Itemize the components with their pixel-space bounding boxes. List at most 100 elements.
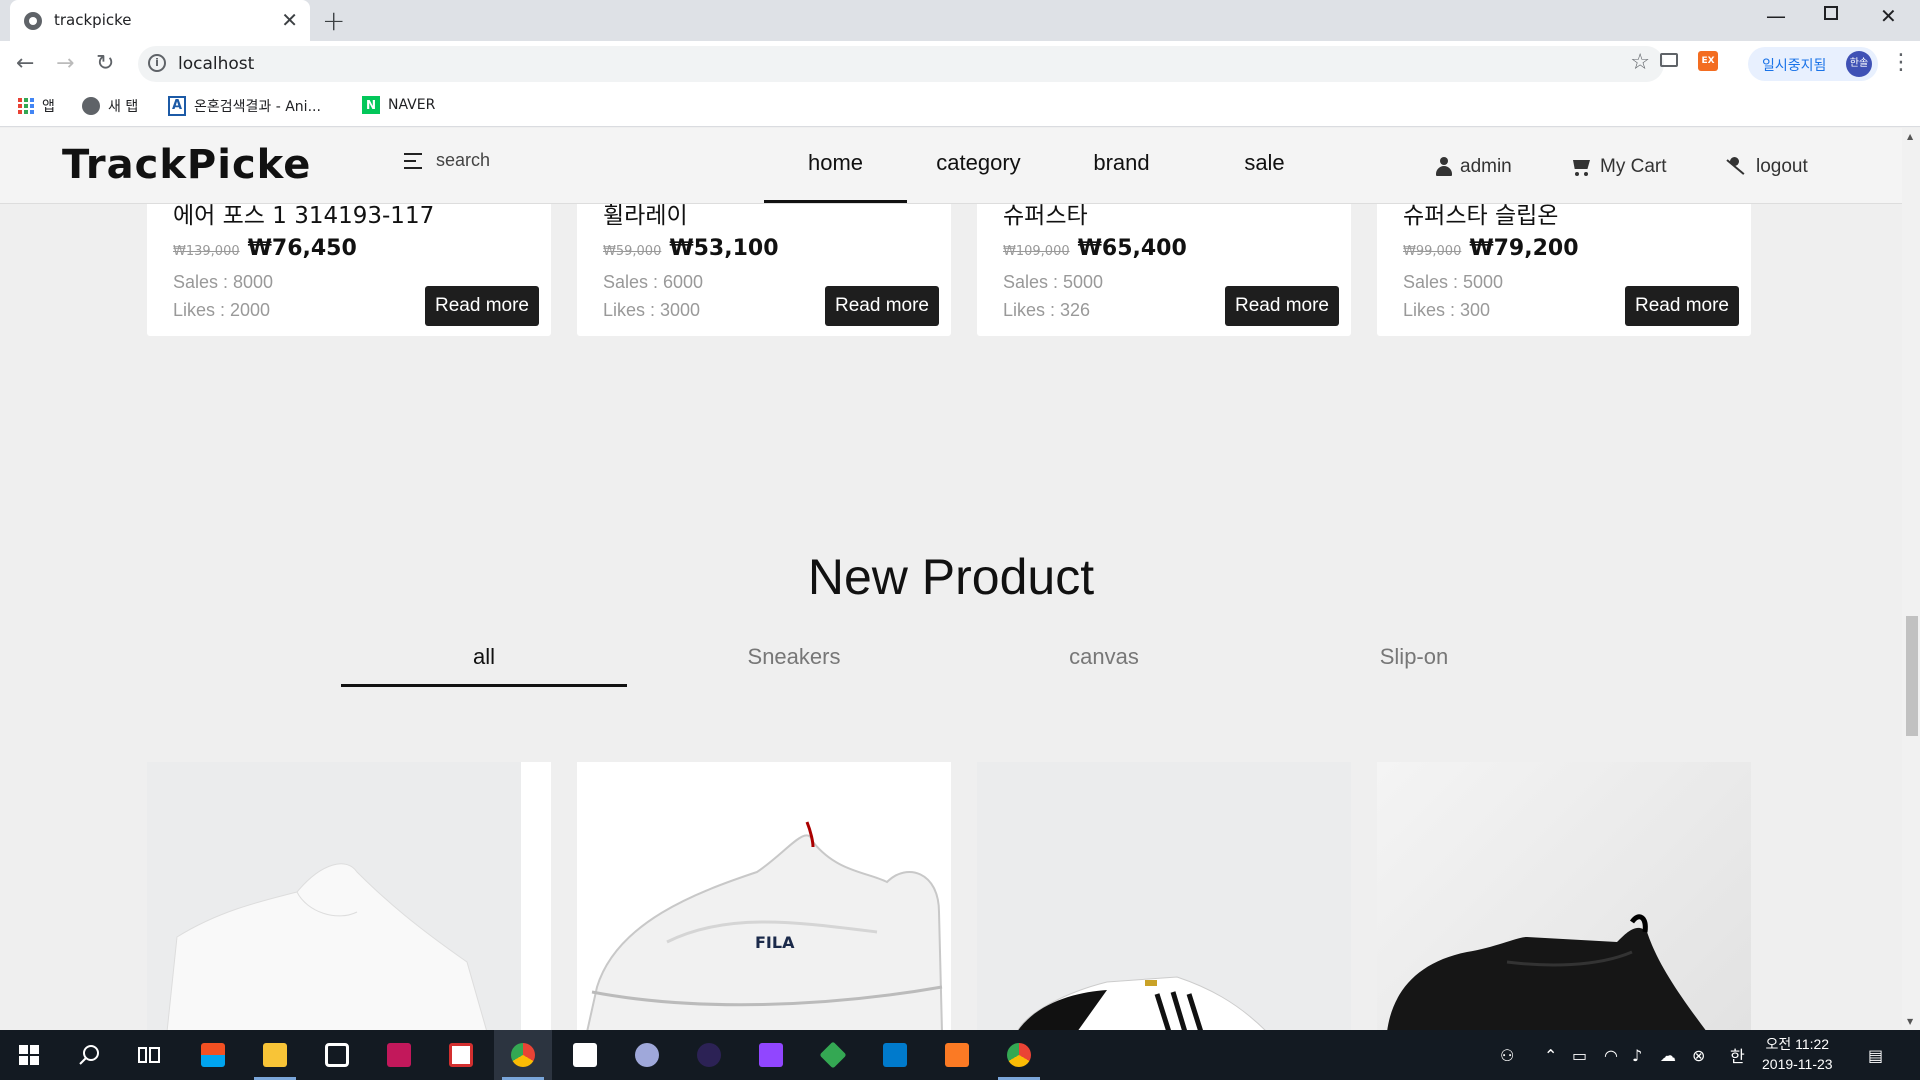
user-icon: [1436, 157, 1452, 177]
clock[interactable]: 오전 11:22 2019-11-23: [1762, 1034, 1833, 1074]
product-image-card[interactable]: FILA: [577, 762, 951, 1032]
cart-label: My Cart: [1600, 156, 1667, 177]
info-icon[interactable]: i: [148, 54, 166, 72]
nav-sale[interactable]: sale: [1193, 150, 1336, 176]
cart-link[interactable]: My Cart: [1570, 156, 1667, 178]
read-more-button[interactable]: Read more: [1225, 286, 1339, 326]
tab-canvas[interactable]: canvas: [961, 644, 1247, 670]
paint-icon: [635, 1043, 659, 1067]
taskbar-app-red[interactable]: [370, 1030, 428, 1080]
onedrive-icon[interactable]: ☁: [1660, 1030, 1676, 1080]
cart-icon: [1570, 158, 1592, 176]
taskbar-app-xampp[interactable]: [928, 1030, 986, 1080]
address-bar[interactable]: i localhost ☆: [138, 46, 1664, 82]
logout-link[interactable]: logout: [1726, 156, 1808, 178]
bookmark-star-icon[interactable]: ☆: [1630, 50, 1650, 75]
nav-home[interactable]: home: [764, 150, 907, 176]
folder-icon: [263, 1043, 287, 1067]
taskbar-app-store[interactable]: [184, 1030, 242, 1080]
notification-icon[interactable]: ▤: [1868, 1030, 1883, 1080]
cast-icon[interactable]: [1660, 53, 1678, 67]
taskbar-app-sync[interactable]: [308, 1030, 366, 1080]
read-more-button[interactable]: Read more: [825, 286, 939, 326]
bookmark-label: 앱: [42, 99, 55, 115]
old-price: ₩99,000: [1403, 244, 1462, 259]
taskbar-app-vscode[interactable]: [866, 1030, 924, 1080]
clock-date: 2019-11-23: [1762, 1056, 1833, 1072]
likes-count: Likes : 326: [1003, 300, 1091, 320]
taskbar-app-paint[interactable]: [618, 1030, 676, 1080]
taskbar-app-git[interactable]: [804, 1030, 862, 1080]
taskbar-search[interactable]: [60, 1030, 118, 1080]
forward-icon[interactable]: →: [56, 51, 74, 76]
product-image-card[interactable]: [977, 762, 1351, 1032]
tab-sneakers[interactable]: Sneakers: [651, 644, 937, 670]
more-menu-icon[interactable]: ⋮: [1890, 50, 1912, 75]
read-more-button[interactable]: Read more: [1625, 286, 1739, 326]
taskbar-app-mail[interactable]: [556, 1030, 614, 1080]
browser-tab[interactable]: trackpicke ✕: [10, 0, 310, 41]
bookmarks-bar: 앱 새 탭 A 온혼검색결과 - Ani... N NAVER: [0, 88, 1920, 127]
battery-icon[interactable]: ▭: [1572, 1030, 1587, 1080]
price-line: ₩99,000 ₩79,200: [1403, 236, 1579, 261]
show-hidden-icons[interactable]: ⌃: [1544, 1030, 1557, 1080]
site-logo[interactable]: TrackPicke: [62, 142, 311, 188]
vscode-icon: [883, 1043, 907, 1067]
page-scrollbar[interactable]: ▲ ▼: [1902, 128, 1920, 1030]
read-more-button[interactable]: Read more: [425, 286, 539, 326]
scroll-thumb[interactable]: [1906, 616, 1918, 736]
restore-icon[interactable]: [1824, 6, 1838, 20]
bookmark-ani[interactable]: A 온혼검색결과 - Ani...: [168, 96, 321, 116]
user-link[interactable]: admin: [1436, 156, 1512, 178]
taskbar-app-chrome[interactable]: [494, 1030, 552, 1080]
close-circle-icon[interactable]: ⊗: [1692, 1030, 1705, 1080]
taskbar-app-eclipse[interactable]: [680, 1030, 738, 1080]
window-close-icon[interactable]: ✕: [1880, 4, 1897, 28]
new-tab-button[interactable]: +: [322, 4, 345, 37]
bookmark-label: 새 탭: [108, 99, 139, 115]
people-icon[interactable]: ⚇: [1500, 1030, 1514, 1080]
globe-icon: [24, 12, 42, 30]
reload-icon[interactable]: ↻: [96, 51, 114, 76]
back-icon[interactable]: ←: [16, 51, 34, 76]
naver-icon: N: [362, 96, 380, 114]
volume-icon[interactable]: ♪: [1632, 1030, 1642, 1080]
bookmark-naver[interactable]: N NAVER: [362, 96, 435, 114]
sales-count: Sales : 5000: [1003, 272, 1104, 292]
scroll-down-icon[interactable]: ▼: [1907, 1017, 1913, 1026]
a-site-icon: A: [168, 96, 186, 116]
extension-icon[interactable]: EX: [1698, 51, 1718, 71]
xampp-icon: [945, 1043, 969, 1067]
bookmark-newtab[interactable]: 새 탭: [82, 96, 138, 116]
tab-slip-on[interactable]: Slip-on: [1271, 644, 1557, 670]
menu-icon[interactable]: [404, 152, 422, 169]
scroll-up-icon[interactable]: ▲: [1907, 132, 1913, 141]
slipon-sneaker-image: [1387, 914, 1707, 1032]
git-icon: [819, 1041, 847, 1069]
product-image-card[interactable]: [147, 762, 551, 1032]
logout-label: logout: [1756, 156, 1808, 177]
ime-indicator[interactable]: 한: [1730, 1030, 1745, 1080]
bookmark-apps[interactable]: 앱: [18, 96, 55, 116]
url-text[interactable]: localhost: [178, 54, 254, 74]
search-icon: [79, 1045, 99, 1065]
start-button[interactable]: [0, 1030, 58, 1080]
sale-price: ₩65,400: [1077, 236, 1187, 261]
profile-button[interactable]: 일시중지됨 한솔: [1748, 47, 1878, 81]
close-tab-icon[interactable]: ✕: [281, 8, 298, 32]
wifi-icon[interactable]: ◠: [1604, 1030, 1618, 1080]
taskbar-app-explorer[interactable]: [246, 1030, 304, 1080]
task-view[interactable]: [120, 1030, 178, 1080]
taskbar-app-chrome2[interactable]: [990, 1030, 1048, 1080]
browser-toolbar: ← → ↻ i localhost ☆: [0, 41, 1920, 88]
search-input[interactable]: [436, 150, 636, 171]
browser-tabbar: trackpicke ✕ + — ✕: [0, 0, 1920, 41]
minimize-icon[interactable]: —: [1766, 4, 1786, 28]
nav-category[interactable]: category: [907, 150, 1050, 176]
old-price: ₩59,000: [603, 244, 662, 259]
tab-all[interactable]: all: [341, 644, 627, 670]
nav-brand[interactable]: brand: [1050, 150, 1193, 176]
taskbar-app-twitch[interactable]: [742, 1030, 800, 1080]
taskbar-app-refresh[interactable]: [432, 1030, 490, 1080]
product-image-card[interactable]: [1377, 762, 1751, 1032]
